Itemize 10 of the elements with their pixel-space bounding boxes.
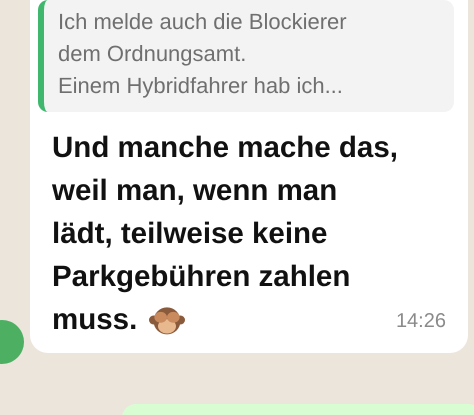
quoted-text: dem Ordnungsamt.: [58, 40, 248, 68]
quoted-message[interactable]: Ich melde auch die Blockierer dem Ordnungsamt. Einem Hybridfahrer hab ich...: [38, 0, 454, 112]
quoted-text: Ich melde auch die Blockierer: [58, 8, 348, 36]
message-line: Und manche mache das,: [52, 130, 398, 166]
message-line: lädt, teilweise keine: [52, 216, 328, 252]
message-line: weil man, wenn man: [52, 173, 338, 209]
message-line: muss.: [52, 302, 138, 338]
message-time: 14:26: [396, 310, 446, 333]
message-line: Parkgebühren zahlen: [52, 259, 350, 295]
quoted-text: Einem Hybridfahrer hab ich...: [58, 72, 344, 100]
